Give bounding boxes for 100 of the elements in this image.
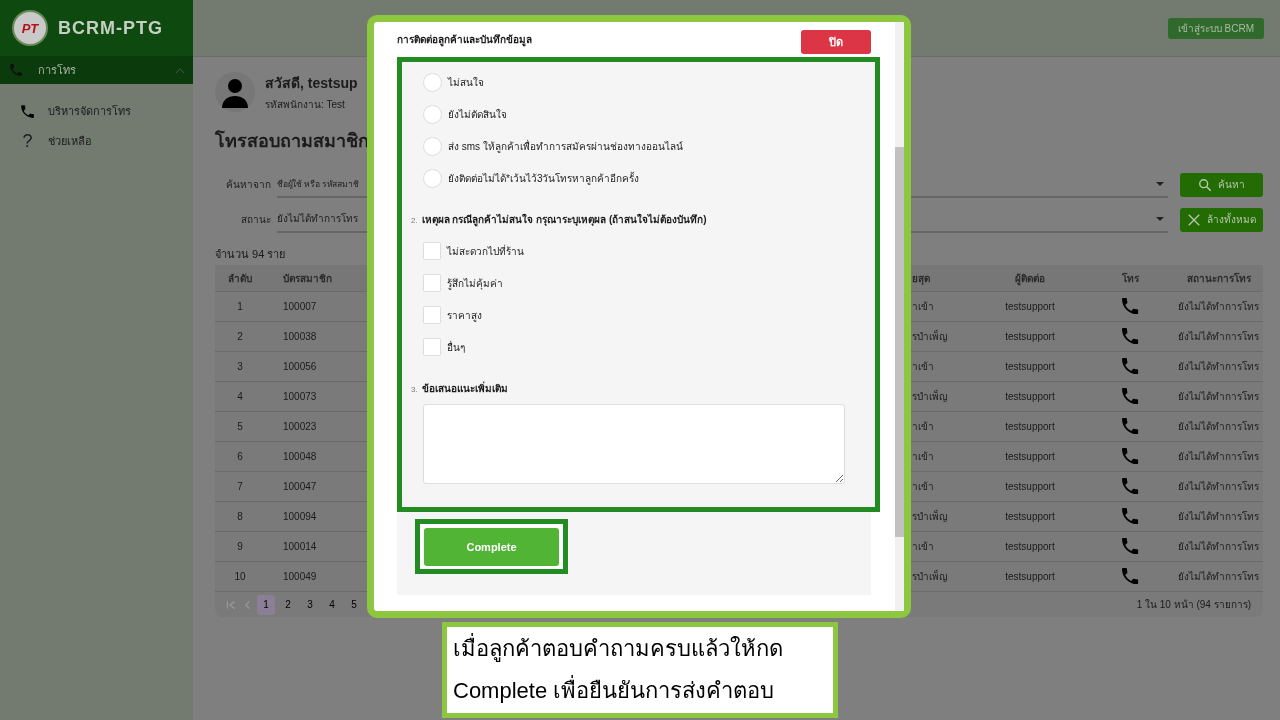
table-cell-text: รบำเพ็ญ bbox=[912, 569, 949, 584]
question-number: 2. bbox=[411, 216, 418, 225]
table-cell-text: testsupport bbox=[1004, 421, 1056, 432]
phone-icon[interactable] bbox=[1121, 328, 1139, 345]
checkbox[interactable] bbox=[423, 274, 441, 292]
employee-id: รหัสพนักงาน: Test bbox=[265, 98, 346, 112]
phone-icon[interactable] bbox=[1121, 478, 1139, 495]
checkbox[interactable] bbox=[423, 338, 441, 356]
table-cell-text: าเข้า bbox=[912, 450, 935, 464]
table-cell-text: ยังไม่ได้ทำการโทร bbox=[1177, 360, 1260, 374]
clear-all-button[interactable]: ล้างทั้งหมด bbox=[1180, 207, 1263, 232]
phone-icon[interactable] bbox=[1121, 538, 1139, 555]
column-header: สถานะการโทร bbox=[1185, 271, 1252, 286]
complete-button[interactable]: Complete bbox=[424, 527, 559, 566]
phone-icon[interactable] bbox=[1121, 508, 1139, 525]
logo: PT bbox=[12, 10, 48, 46]
field-label: ค้นหาจาก bbox=[225, 178, 271, 192]
sidebar-item[interactable]: บริหารจัดการโทร bbox=[0, 100, 193, 122]
table-cell-text: testsupport bbox=[1004, 571, 1056, 582]
column-header: ยสุด bbox=[912, 271, 931, 286]
option-label: ไม่สะดวกไปที่ร้าน bbox=[447, 243, 524, 259]
greeting: สวัสดี, testsup bbox=[265, 74, 358, 93]
login-button[interactable]: เข้าสู่ระบบ BCRM bbox=[1167, 17, 1264, 39]
page-button[interactable]: 4 bbox=[323, 594, 341, 615]
table-cell-text: ยังไม่ได้ทำการโทร bbox=[1177, 420, 1260, 434]
close-icon bbox=[1187, 212, 1201, 227]
page-button[interactable]: 5 bbox=[345, 594, 363, 615]
field-label: สถานะ bbox=[240, 213, 271, 227]
table-cell-text: testsupport bbox=[1004, 511, 1056, 522]
dialog-title: การติดต่อลูกค้าและบันทึกข้อมูล bbox=[397, 33, 532, 47]
checkbox[interactable] bbox=[423, 242, 441, 260]
page-button[interactable]: 2 bbox=[279, 594, 297, 615]
table-cell-text: 6 bbox=[236, 451, 244, 462]
table-cell-text: 100023 bbox=[282, 421, 318, 432]
table-cell-text: 100056 bbox=[282, 361, 318, 372]
table-cell-text: รบำเพ็ญ bbox=[912, 389, 949, 404]
table-cell-text: าเข้า bbox=[912, 360, 935, 374]
option-label: ราคาสูง bbox=[447, 308, 482, 323]
option-label: อื่นๆ bbox=[447, 339, 465, 355]
option-label: ส่ง sms ให้ลูกค้าเพื่อทำการสมัครผ่านช่องทางออนไลน์ bbox=[448, 138, 683, 154]
table-cell-text: 1 bbox=[236, 301, 244, 312]
option-label: ยังไม่ตัดสินใจ bbox=[448, 107, 507, 122]
table-cell-text: ยังไม่ได้ทำการโทร bbox=[1177, 570, 1260, 584]
option-label: ยังติดต่อไม่ได้*เว้นไว้3วันโทรหาลูกค้าอีกครั้ง bbox=[448, 170, 640, 186]
table-cell-text: testsupport bbox=[1004, 331, 1056, 342]
table-cell-text: ยังไม่ได้ทำการโทร bbox=[1177, 390, 1260, 404]
close-button[interactable]: ปิด bbox=[801, 29, 871, 54]
chevron-up-icon bbox=[175, 66, 185, 74]
phone-icon[interactable] bbox=[1121, 568, 1139, 585]
column-header: ผู้ติดต่อ bbox=[1014, 271, 1046, 286]
radio-button[interactable] bbox=[423, 136, 442, 156]
table-cell-text: 9 bbox=[236, 541, 244, 552]
table-cell-text: testsupport bbox=[1004, 541, 1056, 552]
table-cell-text: ยังไม่ได้ทำการโทร bbox=[1177, 300, 1260, 314]
phone-icon bbox=[19, 102, 36, 120]
table-cell-text: ยังไม่ได้ทำการโทร bbox=[1177, 450, 1260, 464]
table-cell-text: าเข้า bbox=[912, 420, 935, 434]
table-cell-text: testsupport bbox=[1004, 451, 1056, 462]
search-button[interactable]: ค้นหา bbox=[1180, 172, 1263, 197]
table-cell-text: testsupport bbox=[1004, 361, 1056, 372]
column-header: โทร bbox=[1120, 271, 1140, 286]
dropdown-caret-icon bbox=[1156, 216, 1164, 221]
table-cell-text: รบำเพ็ญ bbox=[912, 329, 949, 344]
search-field[interactable]: ชื่อผู้ใช้ หรือ รหัสสมาชิ bbox=[277, 178, 365, 189]
table-cell-text: ยังไม่ได้ทำการโทร bbox=[1177, 480, 1260, 494]
page-button[interactable]: 1 bbox=[257, 594, 275, 615]
phone-icon[interactable] bbox=[1121, 418, 1139, 435]
table-cell-text: าเข้า bbox=[912, 480, 935, 494]
table-cell-text: 100094 bbox=[282, 511, 318, 522]
table-cell-text: testsupport bbox=[1004, 391, 1056, 402]
table-cell-text: 100073 bbox=[282, 391, 318, 402]
sidebar-item[interactable]: ? ช่วยเหลือ bbox=[0, 130, 193, 152]
table-cell-text: 100048 bbox=[282, 451, 318, 462]
page-button[interactable]: 3 bbox=[301, 594, 319, 615]
checkbox[interactable] bbox=[423, 306, 441, 324]
table-cell-text: 4 bbox=[236, 391, 244, 402]
column-header: ลำดับ bbox=[227, 271, 253, 286]
phone-icon[interactable] bbox=[1121, 448, 1139, 465]
phone-icon[interactable] bbox=[1121, 298, 1139, 315]
dropdown-caret-icon bbox=[1156, 181, 1164, 186]
comment-field[interactable] bbox=[423, 404, 845, 484]
radio-button[interactable] bbox=[423, 104, 442, 124]
table-cell-text: าเข้า bbox=[912, 300, 935, 314]
phone-icon[interactable] bbox=[1121, 358, 1139, 375]
radio-button[interactable] bbox=[423, 168, 442, 188]
table-cell-text: 100014 bbox=[282, 541, 318, 552]
page-info: 1 ใน 10 หน้า (94 รายการ) bbox=[1136, 598, 1251, 612]
table-cell-text: 100007 bbox=[282, 301, 318, 312]
option-label: ไม่สนใจ bbox=[448, 75, 484, 90]
table-cell-text: รบำเพ็ญ bbox=[912, 509, 949, 524]
table-cell-text: ยังไม่ได้ทำการโทร bbox=[1177, 510, 1260, 524]
brand-name: BCRM-PTG bbox=[58, 17, 163, 39]
table-cell-text: 5 bbox=[236, 421, 244, 432]
radio-button[interactable] bbox=[423, 72, 442, 92]
first-page-icon[interactable] bbox=[225, 598, 237, 611]
menu-group-header[interactable]: การโทร bbox=[0, 56, 193, 84]
table-cell-text: 100049 bbox=[282, 571, 318, 582]
phone-icon[interactable] bbox=[1121, 388, 1139, 405]
question-number: 3. bbox=[411, 385, 418, 394]
column-header: บัตรสมาชิก bbox=[282, 271, 333, 286]
